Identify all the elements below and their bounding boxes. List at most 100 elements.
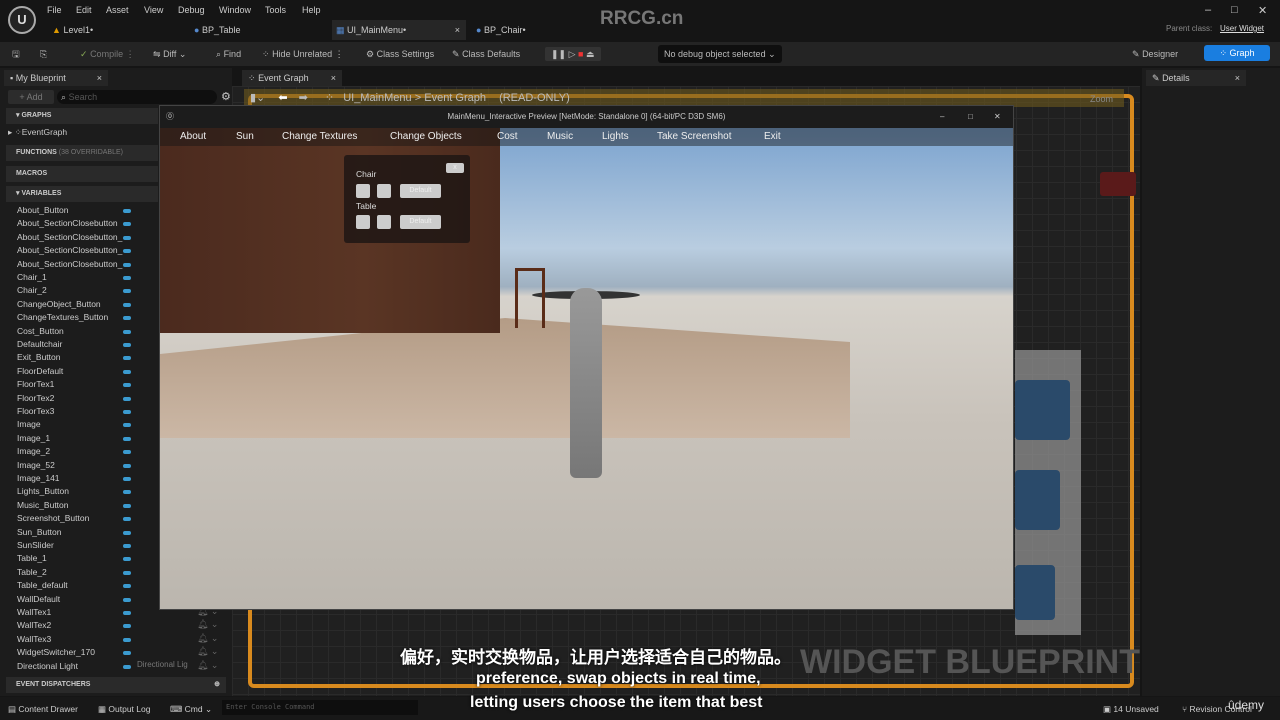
variable-item[interactable]: WallTex1 [17,606,51,619]
class-settings-button[interactable]: ⚙ Class Settings [366,47,434,61]
variable-item[interactable]: ChangeObject_Button [17,298,101,311]
variable-item[interactable]: Lights_Button [17,485,69,498]
search-input[interactable]: ⌕ Search [57,90,217,104]
variable-type-pill[interactable] [123,477,131,481]
unreal-logo[interactable]: U [8,6,36,34]
variable-item[interactable]: FloorDefault [17,365,63,378]
maximize-button[interactable]: □ [1231,4,1238,16]
tab-bp-table[interactable]: ● BP_Table [190,20,320,40]
variable-item[interactable]: Defaultchair [17,338,62,351]
close-window-button[interactable]: ✕ [994,106,1001,128]
add-dispatcher-icon[interactable]: ⊕ [214,677,220,693]
variable-type-pill[interactable] [123,316,131,321]
section-graphs[interactable]: ▾ GRAPHS [6,108,158,124]
designer-button[interactable]: ✎ Designer [1132,47,1178,61]
variable-item[interactable]: FloorTex3 [17,405,54,418]
variable-item[interactable]: Sun_Button [17,526,61,539]
variable-item[interactable]: Chair_1 [17,271,47,284]
find-button[interactable]: ⌕ Find [216,47,241,61]
stop-icon[interactable]: ■ [578,49,583,59]
chair-default-button[interactable]: Default [400,184,441,198]
content-drawer-button[interactable]: ▤ Content Drawer [8,704,78,715]
replication-bell-icon[interactable]: 🔔︎ ⌄ [197,619,218,630]
parent-class-link[interactable]: User Widget [1220,24,1264,33]
variable-type-pill[interactable] [123,503,131,508]
replication-bell-icon[interactable]: 🔔︎ ⌄ [197,633,218,644]
tab-event-graph[interactable]: ⁘ Event Graph × [242,70,342,86]
forward-arrow-icon[interactable]: ➡ [299,92,308,104]
variable-item[interactable]: Directional Light [17,660,78,673]
section-functions[interactable]: FUNCTIONS (38 OVERRIDABLE) [6,145,158,161]
graph-button[interactable]: ⁘ Graph [1204,45,1270,61]
eject-icon[interactable]: ⏏ [586,49,595,59]
debug-object-dropdown[interactable]: No debug object selected ⌄ [658,45,782,63]
variable-type-pill[interactable] [123,664,131,669]
tab-my-blueprint[interactable]: ▪ My Blueprint × [4,70,108,86]
variable-type-pill[interactable] [123,490,131,495]
variable-item[interactable]: ChangeTextures_Button [17,311,108,324]
variable-item[interactable]: Chair_2 [17,284,47,297]
variable-type-pill[interactable] [123,517,131,522]
variable-type-pill[interactable] [123,463,131,468]
variable-item[interactable]: Table_2 [17,566,47,579]
variable-type-pill[interactable] [123,651,131,656]
variable-type-pill[interactable] [123,329,131,334]
chair-option-2[interactable] [377,184,391,198]
step-icon[interactable]: ▷ [569,49,576,59]
tab-ui-mainmenu[interactable]: ▦ UI_MainMenu• × [332,20,466,40]
variable-type-pill[interactable] [123,369,131,374]
console-input[interactable]: Enter Console Command [222,700,418,715]
graph-node[interactable] [1015,380,1070,440]
section-variables[interactable]: ▾ VARIABLES [6,186,158,202]
close-icon[interactable]: × [1235,70,1240,86]
variable-item[interactable]: FloorTex2 [17,392,54,405]
panel-close-button[interactable]: x [446,163,464,173]
variable-item[interactable]: About_SectionClosebutton [17,217,118,230]
variable-item[interactable]: WallDefault [17,593,60,606]
variable-type-pill[interactable] [123,423,131,428]
tab-bp-chair[interactable]: ● BP_Chair• [472,20,602,40]
variable-item[interactable]: Music_Button [17,499,69,512]
section-macros[interactable]: MACROS [6,166,158,182]
menu-debug[interactable]: Debug [178,5,205,15]
variable-type-pill[interactable] [123,570,131,575]
close-icon[interactable]: × [331,70,336,86]
variable-type-pill[interactable] [123,302,131,307]
nav-exit[interactable]: Exit [764,131,781,142]
variable-type-pill[interactable] [123,396,131,401]
variable-type-pill[interactable] [123,624,131,629]
graph-node[interactable] [1015,470,1060,530]
nav-about[interactable]: About [180,131,206,142]
back-arrow-icon[interactable]: ⬅ [278,92,287,104]
section-event-dispatchers[interactable]: EVENT DISPATCHERS ⊕ [6,677,226,693]
variable-type-pill[interactable] [123,249,131,254]
game-viewport[interactable]: About Sun Change Textures Change Objects Cos… [160,128,1013,609]
variable-type-pill[interactable] [123,356,131,361]
tab-level1[interactable]: ▲ Level1• [48,20,178,40]
close-window-button[interactable]: ✕ [1258,4,1267,17]
replication-bell-icon[interactable]: 🔔︎ ⌄ [197,660,218,671]
menu-tools[interactable]: Tools [265,5,286,15]
breadcrumb-root[interactable]: UI_MainMenu [343,92,411,104]
nav-change-textures[interactable]: Change Textures [282,131,357,142]
nav-lights[interactable]: Lights [602,131,629,142]
variable-type-pill[interactable] [123,383,131,388]
hide-unrelated-button[interactable]: ⁘ Hide Unrelated ⋮ [262,47,344,61]
variable-item[interactable]: Image_2 [17,445,50,458]
variable-item[interactable]: About_Button [17,204,69,217]
variable-type-pill[interactable] [123,597,131,602]
variable-item[interactable]: Exit_Button [17,351,60,364]
nav-take-screenshot[interactable]: Take Screenshot [657,131,732,142]
event-graph-item[interactable]: ▸ ⁘EventGraph [8,127,67,138]
close-icon[interactable]: × [97,70,102,86]
variable-item[interactable]: SunSlider [17,539,54,552]
variable-type-pill[interactable] [123,235,131,240]
nav-sun[interactable]: Sun [236,131,254,142]
variable-item[interactable]: Image [17,418,41,431]
menu-view[interactable]: View [144,5,163,15]
variable-type-pill[interactable] [123,276,131,280]
variable-item[interactable]: Image_141 [17,472,60,485]
settings-gear-icon[interactable]: ⚙ [221,90,231,103]
unsaved-button[interactable]: ▣ 14 Unsaved [1103,704,1159,715]
variable-type-pill[interactable] [123,410,131,414]
